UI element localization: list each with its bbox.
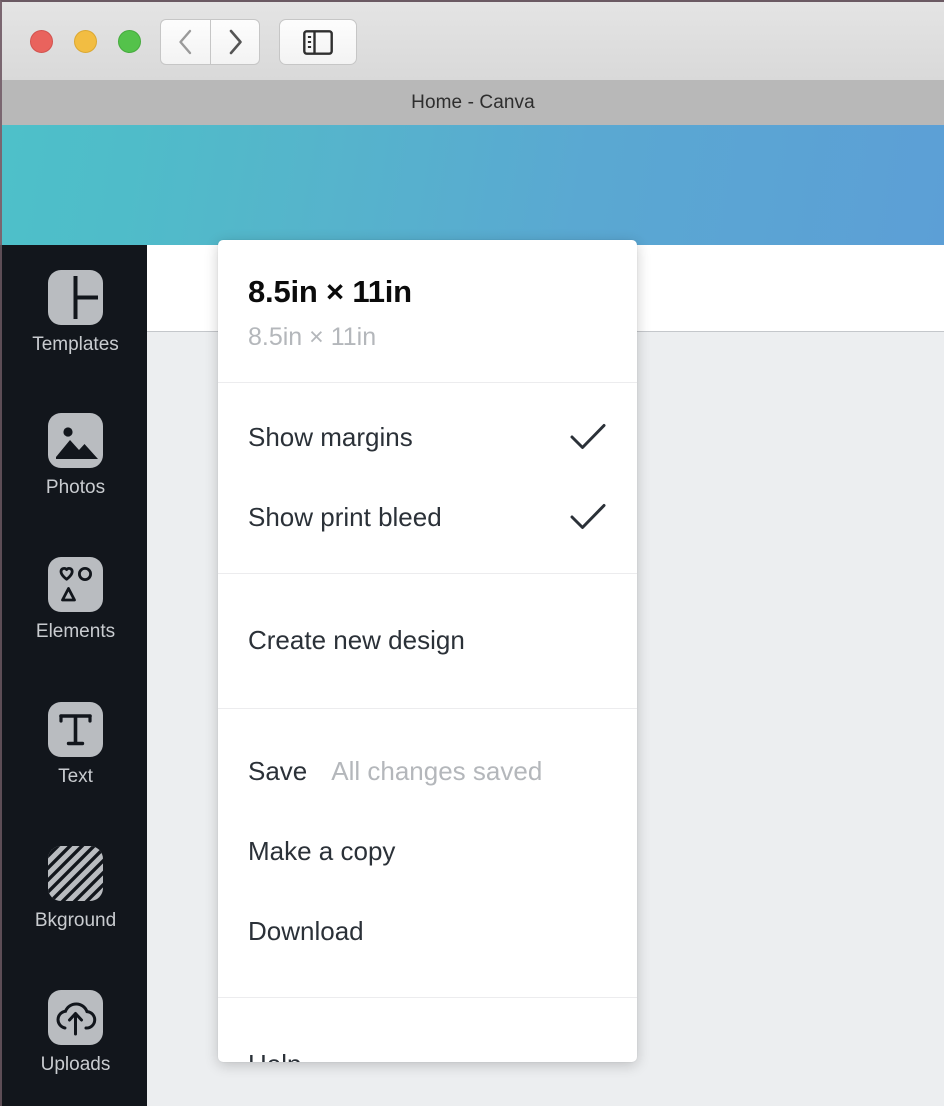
- menu-item-create-new-design[interactable]: Create new design: [218, 600, 637, 680]
- menu-section-help: Help: [218, 997, 637, 1062]
- forward-button[interactable]: [210, 19, 260, 65]
- sidebar-item-templates[interactable]: Templates: [2, 270, 149, 356]
- sidebar-toggle-icon: [303, 29, 333, 55]
- traffic-lights: [30, 30, 141, 53]
- shapes-icon: [48, 557, 103, 612]
- templates-icon: [48, 270, 103, 325]
- sidebar-label-bkground: Bkground: [34, 910, 117, 931]
- sidebar-toggle-button[interactable]: [279, 19, 357, 65]
- sidebar-item-elements[interactable]: Elements: [2, 557, 149, 643]
- window-chrome: [0, 0, 944, 80]
- menu-section-toggles: Show margins Show print bleed: [218, 382, 637, 573]
- text-t-icon: [48, 702, 103, 757]
- menu-item-help-label: Help: [248, 1049, 301, 1063]
- menu-item-download-label: Download: [248, 915, 364, 946]
- menu-item-save-note: All changes saved: [331, 755, 543, 786]
- close-button[interactable]: [30, 30, 53, 53]
- checkmark-icon: [569, 502, 607, 532]
- sidebar-label-uploads: Uploads: [40, 1054, 111, 1075]
- sidebar-item-uploads[interactable]: Uploads: [2, 990, 149, 1076]
- menu-item-make-a-copy[interactable]: Make a copy: [218, 811, 637, 891]
- cloud-upload-icon: [48, 990, 103, 1045]
- sidebar-item-text[interactable]: Text: [2, 702, 149, 788]
- sidebar-label-elements: Elements: [35, 621, 116, 642]
- menu-item-create-new-design-label: Create new design: [248, 624, 465, 655]
- menu-header: 8.5in × 11in 8.5in × 11in: [218, 240, 637, 382]
- sidebar-label-text: Text: [58, 766, 93, 787]
- menu-item-show-print-bleed[interactable]: Show print bleed: [218, 477, 637, 557]
- menu-item-save-label: Save: [248, 755, 308, 786]
- sidebar-label-templates: Templates: [32, 334, 119, 355]
- zoom-button[interactable]: [118, 30, 141, 53]
- sidebar-label-photos: Photos: [45, 477, 106, 498]
- document-dimensions-title: 8.5in × 11in: [248, 274, 412, 309]
- window-title: Home - Canva: [411, 91, 535, 113]
- back-button[interactable]: [160, 19, 210, 65]
- pattern-icon: [48, 846, 103, 901]
- document-dimensions-subtitle: 8.5in × 11in: [248, 323, 377, 351]
- menu-item-show-margins-label: Show margins: [248, 421, 413, 452]
- left-sidebar: Templates Photos Elements Text Bkground …: [0, 245, 147, 1106]
- chevron-left-icon: [179, 29, 192, 55]
- menu-item-download[interactable]: Download: [218, 891, 637, 971]
- menu-item-help[interactable]: Help: [218, 1024, 637, 1063]
- canva-toolbar: Home File Resize All changes saved: [0, 125, 944, 350]
- window-title-bar: Home - Canva: [0, 80, 944, 125]
- chevron-right-icon: [229, 29, 242, 55]
- file-dropdown-menu: 8.5in × 11in 8.5in × 11in Show margins S…: [218, 240, 637, 1062]
- checkmark-icon: [569, 422, 607, 452]
- menu-item-make-a-copy-label: Make a copy: [248, 835, 396, 866]
- menu-item-save[interactable]: Save All changes saved: [218, 731, 637, 811]
- menu-item-show-print-bleed-label: Show print bleed: [248, 501, 442, 532]
- sidebar-item-bkground[interactable]: Bkground: [2, 846, 149, 932]
- photo-icon: [48, 413, 103, 468]
- menu-section-file-actions: Save All changes saved Make a copy Downl…: [218, 708, 637, 997]
- menu-item-show-margins[interactable]: Show margins: [218, 397, 637, 477]
- menu-section-create: Create new design: [218, 573, 637, 708]
- navigation-buttons: [160, 19, 260, 65]
- minimize-button[interactable]: [74, 30, 97, 53]
- sidebar-item-photos[interactable]: Photos: [2, 413, 149, 499]
